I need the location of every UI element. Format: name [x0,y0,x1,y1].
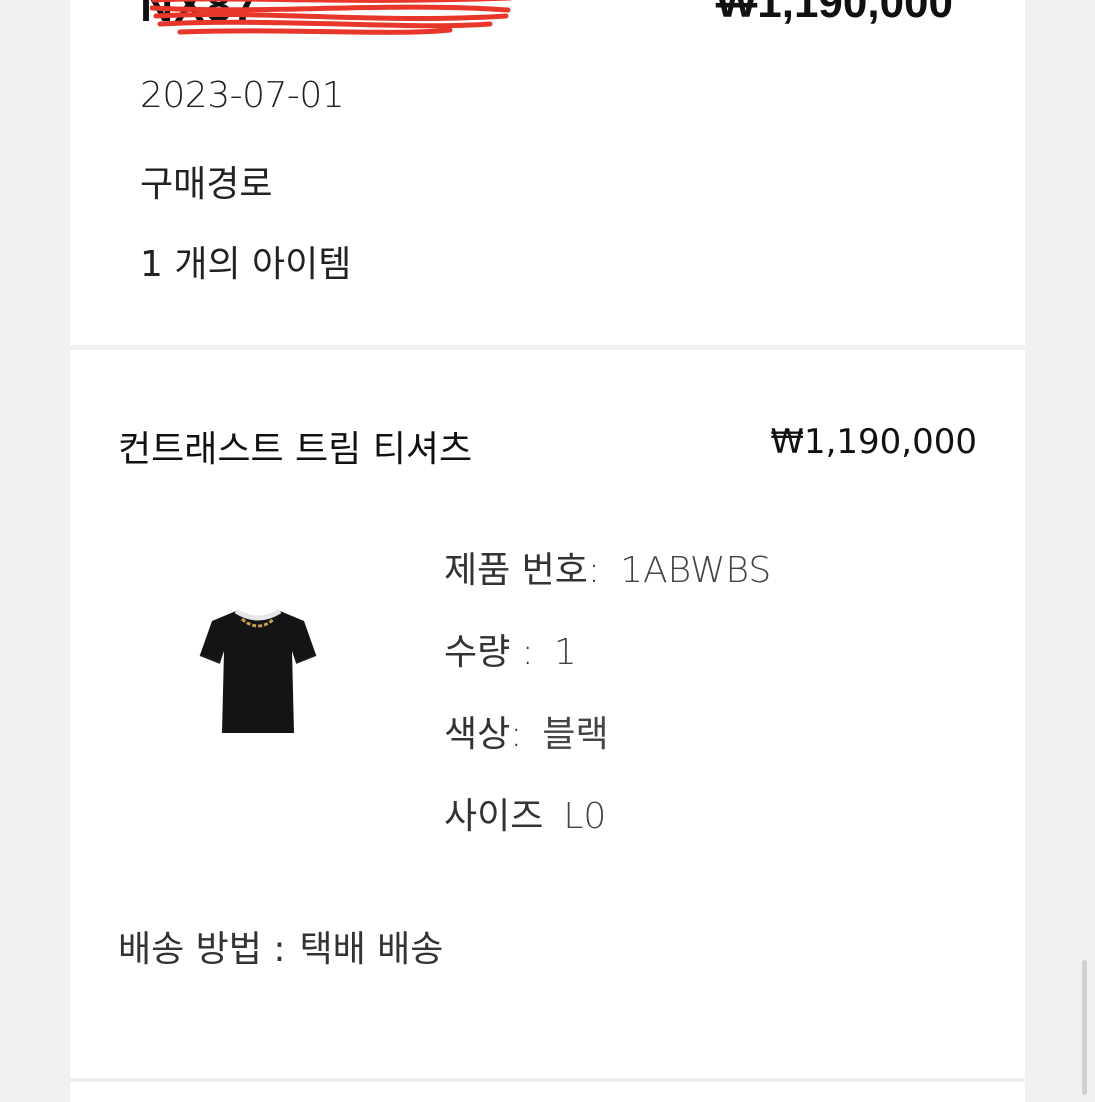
color-label: 색상: [444,714,523,755]
product-details: 제품 번호: 1ABWBS 수량 : 1 색상: 블랙 사이즈 L0 [444,547,771,875]
order-total-price: ₩1,190,000 [715,0,953,27]
order-date: 2023-07-01 [140,75,345,116]
order-item-card: 컨트래스트 트림 티셔츠 ₩1,190,000 제품 번호: 1ABWBS 수량 … [70,350,1025,1078]
quantity-row: 수량 : 1 [444,629,771,711]
product-thumbnail[interactable] [198,603,318,738]
shipping-method-value: 택배 배송 [299,929,444,970]
product-number-row: 제품 번호: 1ABWBS [444,547,771,629]
size-label: 사이즈 [444,796,544,837]
quantity-value: 1 [553,632,577,673]
purchase-channel-label: 구매경로 [140,164,273,205]
shipping-method-label: 배송 방법 : [118,929,286,970]
color-row: 색상: 블랙 [444,711,771,793]
order-summary-card: NX87 ₩1,190,000 2023-07-01 구매경로 1 개의 아이템 [70,0,1025,345]
size-value: L0 [563,796,607,837]
next-card-edge [70,1082,1025,1102]
product-name[interactable]: 컨트래스트 트림 티셔츠 [118,420,472,472]
product-number-label: 제품 번호: [444,550,601,591]
redaction-scribble [150,0,512,35]
size-row: 사이즈 L0 [444,793,771,875]
quantity-label: 수량 : [444,632,534,673]
product-number-value: 1ABWBS [620,550,772,591]
color-value: 블랙 [542,714,609,755]
product-price: ₩1,190,000 [770,422,977,462]
item-count: 1 개의 아이템 [140,244,352,285]
scrollbar[interactable] [1082,960,1087,1095]
shipping-method: 배송 방법 : 택배 배송 [118,920,443,972]
